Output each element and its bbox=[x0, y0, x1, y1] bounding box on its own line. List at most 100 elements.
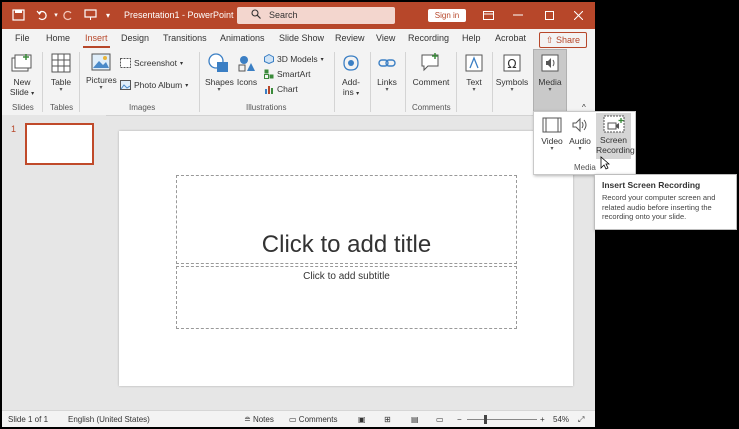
media-dropdown: Video ▾ Audio ▾ Screen Recording Media bbox=[533, 111, 636, 175]
tab-insert[interactable]: Insert bbox=[85, 33, 108, 43]
comments-icon: ▭ bbox=[289, 415, 297, 424]
video-chevron-icon: ▾ bbox=[550, 146, 554, 152]
tab-home[interactable]: Home bbox=[46, 33, 70, 43]
icons-label: Icons bbox=[236, 77, 258, 87]
text-chevron-icon: ▾ bbox=[472, 87, 476, 93]
slide-thumbnail[interactable] bbox=[25, 123, 94, 165]
maximize-icon[interactable] bbox=[539, 6, 559, 24]
zoom-slider-thumb[interactable] bbox=[484, 415, 487, 424]
title-placeholder[interactable]: Click to add title bbox=[176, 175, 517, 264]
symbols-button[interactable]: Ω Symbols ▾ bbox=[495, 53, 529, 94]
svg-text:Ω: Ω bbox=[507, 57, 516, 71]
links-label: Links bbox=[377, 77, 397, 87]
photo-album-button[interactable]: Photo Album ▾ bbox=[120, 80, 188, 90]
present-from-beginning-icon[interactable] bbox=[82, 7, 98, 23]
add-ins-icon bbox=[343, 55, 359, 71]
notes-button[interactable]: ≘ Notes bbox=[244, 415, 274, 424]
screen-recording-label-1: Screen bbox=[600, 135, 627, 145]
symbols-chevron-icon: ▾ bbox=[510, 87, 514, 93]
new-slide-label: New bbox=[13, 77, 31, 87]
search-box[interactable]: Search bbox=[237, 7, 395, 24]
smartart-button[interactable]: SmartArt bbox=[264, 69, 311, 79]
minimize-icon[interactable] bbox=[508, 6, 528, 24]
photo-album-label: Photo Album bbox=[134, 80, 183, 90]
mouse-cursor-icon bbox=[600, 156, 610, 170]
close-icon[interactable] bbox=[568, 6, 588, 24]
new-slide-icon bbox=[11, 54, 32, 72]
tab-review[interactable]: Review bbox=[335, 33, 365, 43]
ribbon-tabs: File Home Insert Design Transitions Anim… bbox=[2, 29, 595, 49]
tab-help[interactable]: Help bbox=[462, 33, 481, 43]
comments-button[interactable]: ▭ Comments bbox=[289, 415, 337, 424]
fit-to-window-icon[interactable]: ⤢ bbox=[578, 415, 584, 425]
chart-button[interactable]: Chart bbox=[264, 84, 298, 94]
tab-animations[interactable]: Animations bbox=[220, 33, 265, 43]
new-slide-chevron-icon: ▾ bbox=[31, 91, 35, 97]
3d-models-button[interactable]: 3D Models ▾ bbox=[264, 54, 324, 64]
zoom-out-icon[interactable]: − bbox=[457, 415, 462, 424]
screenshot-button[interactable]: Screenshot ▾ bbox=[120, 58, 183, 68]
photo-album-chevron-icon: ▾ bbox=[185, 82, 189, 89]
text-label: Text bbox=[466, 77, 482, 87]
slide-sorter-icon[interactable]: ⊞ bbox=[384, 415, 391, 424]
tab-file[interactable]: File bbox=[15, 33, 30, 43]
table-icon bbox=[51, 53, 71, 73]
reading-view-icon[interactable]: ▤ bbox=[411, 415, 419, 424]
tab-transitions[interactable]: Transitions bbox=[163, 33, 207, 43]
table-button[interactable]: Table ▾ bbox=[49, 53, 73, 94]
title-placeholder-text: Click to add title bbox=[261, 230, 432, 258]
zoom-in-icon[interactable]: + bbox=[540, 415, 545, 424]
add-ins-button[interactable]: Add- ins ▾ bbox=[339, 53, 363, 97]
ribbon-insert: New Slide ▾ Slides Table ▾ Tables Pictur… bbox=[2, 49, 595, 116]
media-button-content: Media ▾ bbox=[535, 53, 565, 94]
speaker-icon bbox=[541, 54, 559, 72]
text-button[interactable]: Text ▾ bbox=[462, 53, 486, 94]
chart-icon bbox=[265, 86, 273, 94]
pictures-chevron-icon: ▾ bbox=[99, 85, 103, 91]
group-label-illustrations: Illustrations bbox=[246, 103, 287, 112]
audio-chevron-icon: ▾ bbox=[578, 146, 582, 152]
normal-view-icon[interactable]: ▣ bbox=[358, 415, 366, 424]
icons-button[interactable]: Icons bbox=[235, 53, 259, 87]
shapes-button[interactable]: Shapes ▾ bbox=[205, 53, 234, 94]
tab-design[interactable]: Design bbox=[121, 33, 149, 43]
screen-recording-button[interactable]: Screen Recording bbox=[596, 113, 635, 159]
text-box-icon bbox=[465, 54, 483, 72]
comment-button[interactable]: Comment bbox=[411, 53, 451, 87]
zoom-level[interactable]: 54% bbox=[553, 415, 569, 424]
active-tab-indicator bbox=[83, 46, 110, 48]
add-ins-label-2: ins ▾ bbox=[339, 87, 363, 97]
zoom-slider-track[interactable] bbox=[467, 419, 537, 420]
add-ins-chevron-icon: ▾ bbox=[356, 91, 360, 97]
new-slide-button[interactable]: New Slide ▾ bbox=[8, 53, 36, 97]
media-label: Media bbox=[538, 77, 562, 87]
subtitle-placeholder[interactable]: Click to add subtitle bbox=[176, 266, 517, 329]
autosave-icon[interactable] bbox=[10, 7, 26, 23]
document-title: Presentation1 - PowerPoint bbox=[124, 10, 234, 20]
slide-show-icon[interactable]: ▭ bbox=[436, 415, 444, 424]
pictures-button[interactable]: Pictures ▾ bbox=[86, 53, 117, 92]
media-button[interactable]: Media ▾ bbox=[533, 49, 567, 113]
smartart-label: SmartArt bbox=[277, 69, 311, 79]
screenshot-chevron-icon: ▾ bbox=[180, 60, 184, 67]
tab-slide-show[interactable]: Slide Show bbox=[279, 33, 324, 43]
redo-icon[interactable] bbox=[60, 7, 76, 23]
chart-label: Chart bbox=[277, 84, 298, 94]
links-button[interactable]: Links ▾ bbox=[375, 53, 399, 94]
table-label: Table bbox=[50, 77, 72, 87]
divider bbox=[42, 52, 43, 112]
language-indicator[interactable]: English (United States) bbox=[68, 415, 150, 424]
pictures-label: Pictures bbox=[86, 75, 117, 85]
table-chevron-icon: ▾ bbox=[59, 87, 63, 93]
video-button[interactable]: Video ▾ bbox=[540, 116, 564, 153]
tab-acrobat[interactable]: Acrobat bbox=[495, 33, 526, 43]
group-label-tables: Tables bbox=[50, 103, 74, 112]
audio-button[interactable]: Audio ▾ bbox=[567, 116, 593, 153]
customize-qat-icon[interactable]: ▾ bbox=[100, 7, 116, 23]
tab-view[interactable]: View bbox=[376, 33, 395, 43]
share-button[interactable]: ⇧ Share bbox=[539, 32, 587, 48]
tab-recording[interactable]: Recording bbox=[408, 33, 449, 43]
sign-in-button[interactable]: Sign in bbox=[428, 9, 466, 22]
tooltip-title: Insert Screen Recording bbox=[602, 180, 701, 190]
ribbon-display-options-icon[interactable] bbox=[478, 6, 498, 24]
